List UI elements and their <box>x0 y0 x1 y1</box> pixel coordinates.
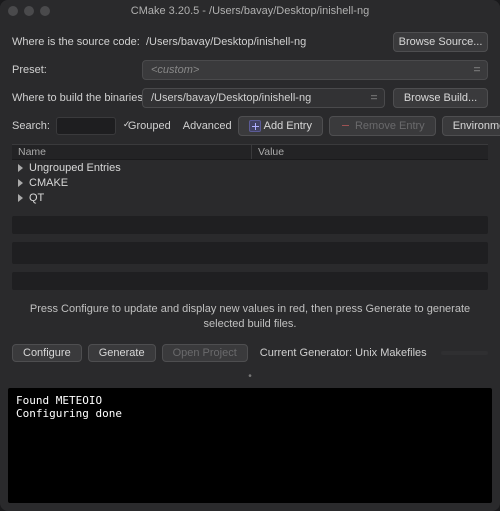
preset-combo[interactable]: <custom> <box>142 60 488 80</box>
source-label: Where is the source code: <box>12 36 134 48</box>
zoom-icon[interactable] <box>40 6 50 16</box>
search-label: Search: <box>12 120 50 132</box>
cmake-gui-window: CMake 3.20.5 - /Users/bavay/Desktop/inis… <box>0 0 500 511</box>
preset-label: Preset: <box>12 64 134 76</box>
spacer <box>12 216 488 234</box>
disclosure-icon[interactable] <box>18 164 23 172</box>
top-form: Where is the source code: Browse Source.… <box>0 22 500 388</box>
action-row: Configure Generate Open Project Current … <box>12 344 488 366</box>
output-console[interactable]: Found METEOIO Configuring done <box>8 388 492 503</box>
advanced-label: Advanced <box>183 120 232 132</box>
tree-group-row[interactable]: CMAKE <box>12 175 488 190</box>
progress-bar <box>441 351 488 355</box>
preset-value: <custom> <box>151 64 199 76</box>
spacer <box>12 242 488 264</box>
tree-row-label: QT <box>29 192 44 204</box>
tree-group-row[interactable]: Ungrouped Entries <box>12 160 488 175</box>
open-project-button[interactable]: Open Project <box>162 344 248 362</box>
tree-row-label: CMAKE <box>29 177 68 189</box>
grouped-label: Grouped <box>128 120 171 132</box>
close-icon[interactable] <box>8 6 18 16</box>
browse-build-button[interactable]: Browse Build... <box>393 88 488 108</box>
cache-tree: Name Value Ungrouped Entries CMAKE QT <box>12 144 488 208</box>
generate-button[interactable]: Generate <box>88 344 156 362</box>
remove-entry-button[interactable]: Remove Entry <box>329 116 436 136</box>
col-header-name[interactable]: Name <box>12 145 252 159</box>
spacer <box>12 272 488 290</box>
configure-button[interactable]: Configure <box>12 344 82 362</box>
disclosure-icon[interactable] <box>18 179 23 187</box>
splitter-grip-icon[interactable]: • <box>12 374 488 380</box>
tree-body[interactable]: Ungrouped Entries CMAKE QT <box>12 160 488 208</box>
tree-group-row[interactable]: QT <box>12 190 488 205</box>
col-header-value[interactable]: Value <box>252 146 488 158</box>
build-path-value: /Users/bavay/Desktop/inishell-ng <box>151 92 311 104</box>
disclosure-icon[interactable] <box>18 194 23 202</box>
minus-icon <box>340 120 352 132</box>
build-label: Where to build the binaries: <box>12 92 134 104</box>
window-controls <box>8 6 50 16</box>
search-input[interactable] <box>56 117 116 135</box>
plus-icon <box>249 120 261 132</box>
browse-source-button[interactable]: Browse Source... <box>393 32 488 52</box>
tree-row-label: Ungrouped Entries <box>29 162 121 174</box>
environment-button[interactable]: Environment... <box>442 116 500 136</box>
build-path-combo[interactable]: /Users/bavay/Desktop/inishell-ng <box>142 88 385 108</box>
minimize-icon[interactable] <box>24 6 34 16</box>
generator-label: Current Generator: Unix Makefiles <box>260 347 427 359</box>
window-title: CMake 3.20.5 - /Users/bavay/Desktop/inis… <box>8 5 492 17</box>
tree-header: Name Value <box>12 144 488 160</box>
add-entry-button[interactable]: Add Entry <box>238 116 323 136</box>
source-path-input[interactable] <box>142 34 385 50</box>
hint-text: Press Configure to update and display ne… <box>12 298 488 336</box>
titlebar[interactable]: CMake 3.20.5 - /Users/bavay/Desktop/inis… <box>0 0 500 22</box>
